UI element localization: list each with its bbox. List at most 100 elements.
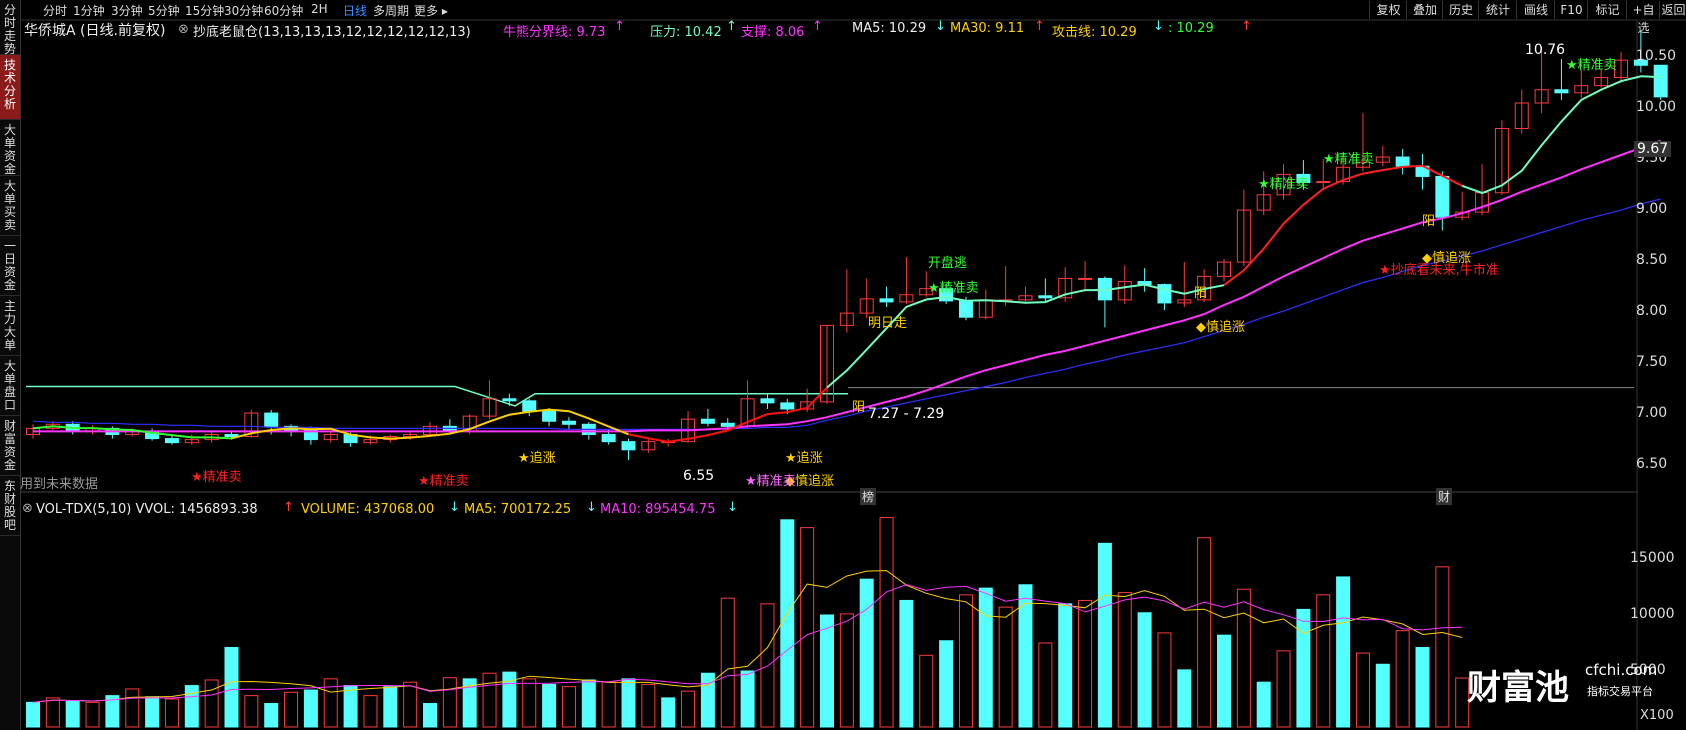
- kline-chart: [20, 19, 1686, 730]
- candle-body: [1078, 277, 1093, 280]
- vol-volume: VOLUME: 437068.00: [301, 502, 435, 517]
- volume-bar: [26, 701, 40, 728]
- volume-unit: X100: [1640, 708, 1674, 723]
- volume-bar: [661, 697, 676, 728]
- volume-bar: [264, 702, 279, 728]
- volume-bar: [423, 702, 437, 728]
- watermark-site: cfchi.com: [1585, 661, 1658, 679]
- price-marker: 9.67: [1634, 141, 1672, 157]
- volume-bar: [641, 683, 656, 728]
- candle-body: [164, 438, 179, 444]
- down-arrow-icon: ↓: [449, 500, 460, 515]
- pressure-value: 压力: 10.42: [650, 25, 722, 40]
- range-label: 7.27 - 7.29: [868, 406, 945, 422]
- candle-body: [700, 418, 715, 424]
- signal-chase: ★追涨: [785, 451, 823, 466]
- low-price-label: 6.55: [683, 468, 715, 484]
- candle-body: [264, 412, 279, 427]
- ma30-value: MA30: 9.11: [950, 21, 1025, 36]
- candle-body: [522, 400, 537, 412]
- up-arrow-icon: ↑: [1034, 19, 1045, 34]
- price-tick: 10.00: [1636, 99, 1677, 116]
- volume-bar: [1296, 608, 1311, 728]
- volume-bar: [284, 691, 299, 728]
- volume-bar: [522, 678, 537, 728]
- volume-bar: [1117, 592, 1132, 728]
- volume-bar: [1276, 650, 1291, 728]
- candle-body: [1395, 156, 1410, 167]
- signal-caution: ◆慎追涨: [1196, 320, 1245, 335]
- volume-bar: [820, 614, 834, 728]
- down-arrow-icon: ↓: [586, 500, 597, 515]
- volume-bar: [1058, 603, 1073, 728]
- signal-bottom: ★抄底看未来,牛市准: [1379, 263, 1499, 278]
- unnamed-value: : 10.29: [1168, 21, 1214, 36]
- down-arrow-icon: ↓: [727, 500, 738, 515]
- signal-chase-2: ★追涨: [518, 451, 556, 466]
- price-tick: 7.00: [1636, 405, 1668, 422]
- volume-bar: [482, 672, 497, 728]
- volume-bar: [1395, 630, 1410, 728]
- future-data-note: 用到未来数据: [20, 477, 99, 492]
- signal-sell-red-2: ★精准卖: [418, 474, 469, 489]
- volume-bar: [1078, 599, 1093, 728]
- volume-bar: [323, 678, 338, 728]
- signal-yang-3: 阳: [852, 400, 866, 415]
- cai-marker[interactable]: 财: [1436, 488, 1453, 505]
- signal-yang: 阳: [1194, 286, 1208, 301]
- volume-bar: [839, 613, 854, 728]
- volume-bar: [1177, 669, 1192, 728]
- up-arrow-icon: ↑: [726, 19, 737, 34]
- volume-bar: [303, 689, 318, 728]
- volume-bar: [1435, 566, 1450, 728]
- volume-bar: [442, 677, 457, 728]
- signal-sell-red: ★精准卖: [191, 470, 242, 485]
- candle-body: [780, 402, 795, 410]
- signal-sell-latest: ★精准卖: [1566, 58, 1617, 73]
- attack-line-value: 攻击线: 10.29: [1052, 25, 1137, 40]
- down-arrow-icon: ↓: [935, 19, 946, 34]
- up-arrow-icon: ↑: [614, 19, 625, 34]
- volume-bar: [601, 681, 616, 728]
- volume-bar: [899, 599, 914, 728]
- candle-body: [561, 420, 576, 425]
- down-arrow-icon: ↓: [1153, 19, 1164, 34]
- volume-bar: [1316, 594, 1331, 728]
- volume-bar: [244, 695, 259, 728]
- volume-tick: 10000: [1630, 606, 1675, 622]
- volume-bar: [542, 683, 557, 728]
- price-tick: 9.00: [1636, 201, 1668, 218]
- bang-marker[interactable]: 榜: [860, 488, 877, 505]
- vol-indicator-icon[interactable]: ⊗: [22, 501, 33, 516]
- signal-sell-3: ★精准卖: [1258, 177, 1309, 192]
- stock-title: 华侨城A (日线.前复权): [24, 23, 166, 39]
- indicator-icon[interactable]: ⊗: [178, 22, 189, 37]
- volume-bar: [145, 696, 160, 728]
- candle-body: [1157, 284, 1172, 304]
- candle-body: [760, 398, 775, 404]
- price-tick: 10.50: [1636, 48, 1677, 65]
- volume-bar: [1236, 588, 1251, 728]
- volume-bar: [1256, 681, 1271, 728]
- high-price-label: 10.76: [1525, 42, 1566, 58]
- volume-bar: [800, 527, 815, 728]
- attack-line-red: [628, 386, 828, 443]
- pressure-line: [26, 385, 848, 407]
- support-value: 支撑: 8.06: [741, 25, 805, 40]
- price-tick: 7.50: [1636, 354, 1668, 371]
- volume-bar: [1038, 642, 1053, 728]
- up-arrow-icon: ↑: [812, 19, 823, 34]
- volume-bar: [343, 685, 358, 728]
- price-tick: 8.50: [1636, 252, 1668, 269]
- volume-bar: [1157, 632, 1172, 728]
- volume-bar: [125, 688, 140, 728]
- signal-mingrizou: 明日走: [868, 316, 908, 331]
- watermark-brand: 财富池: [1467, 668, 1569, 708]
- up-arrow-icon: ↑: [283, 500, 294, 515]
- vol-ma5: MA5: 700172.25: [464, 502, 572, 517]
- volume-bar: [45, 697, 60, 728]
- candle-body: [1653, 64, 1668, 98]
- signal-sell-pink: ★精准卖: [745, 474, 796, 489]
- volume-bar: [1355, 652, 1370, 728]
- volume-bar: [780, 519, 795, 728]
